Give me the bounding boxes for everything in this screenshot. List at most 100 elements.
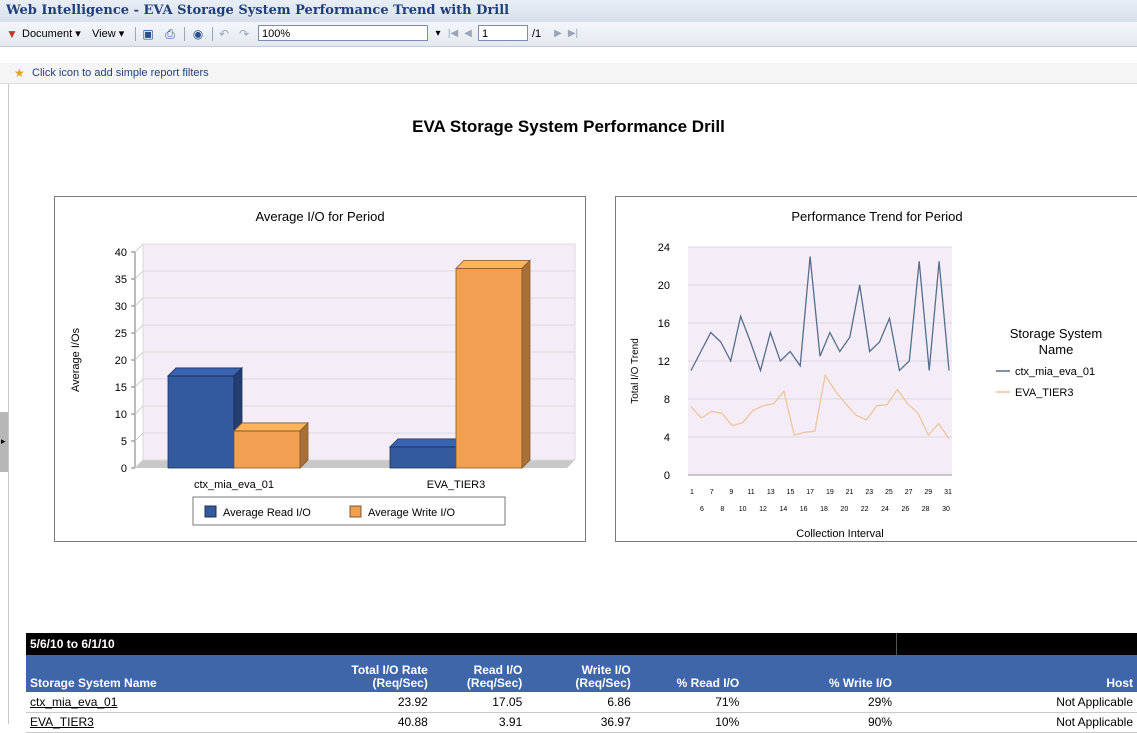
table-row: EVA_TIER3 40.88 3.91 36.97 10% 90% Not Applica… — [26, 712, 1137, 732]
filter-hint: Click icon to add simple report filters — [32, 67, 209, 79]
y-tick-label: 35 — [115, 274, 127, 286]
y-tick-label: 25 — [115, 328, 127, 340]
add-filter-icon[interactable]: ★ — [14, 66, 25, 80]
legend-label: EVA_TIER3 — [1015, 387, 1074, 399]
x-tick-label: 18 — [820, 506, 828, 513]
left-border — [8, 84, 9, 724]
x-tick-label: 17 — [806, 489, 814, 496]
save-icon[interactable]: ▣ — [140, 26, 156, 42]
zoom-dropdown-icon[interactable]: ▾ — [430, 26, 446, 42]
x-tick-label: 23 — [865, 489, 873, 496]
x-tick-label: 27 — [905, 489, 913, 496]
x-tick-label: 15 — [787, 489, 795, 496]
table-cell: 71% — [715, 694, 740, 709]
storage-system-link[interactable]: EVA_TIER3 — [30, 715, 94, 729]
column-header[interactable]: Read I/O (Req/Sec) — [432, 655, 526, 692]
document-menu-icon[interactable]: ▼ — [4, 26, 20, 42]
panel-collapse-handle[interactable]: ▸ — [0, 412, 8, 472]
line-chart-panel: Performance Trend for Period 0 4 8 12 16 20 24… — [615, 196, 1137, 542]
bar-side — [299, 421, 309, 469]
x-category-label: ctx_mia_eva_01 — [194, 479, 274, 491]
table-cell: 90% — [867, 715, 892, 729]
column-header[interactable]: % Read I/O — [635, 655, 743, 692]
column-header-label: (Req/Sec) — [466, 676, 523, 690]
x-tick-label: 25 — [885, 489, 893, 496]
previous-page-icon[interactable]: ◀ — [460, 26, 476, 42]
x-axis-label: Collection Interval — [796, 528, 883, 540]
y-axis-label: Average I/Os — [70, 328, 82, 392]
gridline-diag — [134, 432, 144, 442]
column-header-label: Storage System Name — [30, 676, 157, 690]
x-tick-label: 26 — [901, 506, 909, 513]
legend-title: Name — [1039, 342, 1074, 357]
table-cell-name: EVA_TIER3 — [26, 712, 227, 732]
y-tick-label: 0 — [664, 470, 670, 482]
bar-chart: 0 5 10 15 20 25 30 35 40 Average I/Os ctx_mia_eva_… — [70, 243, 576, 526]
last-page-icon[interactable]: ▶| — [565, 26, 581, 42]
report-title: EVA Storage System Performance Drill — [412, 117, 725, 136]
bar — [455, 267, 523, 469]
table-cell: 40.88 — [397, 715, 428, 729]
legend-label: Average Write I/O — [368, 507, 455, 519]
window-titlebar: Web Intelligence - EVA Storage System Pe… — [0, 0, 1137, 23]
y-tick-label: 0 — [121, 463, 127, 475]
legend-label: Average Read I/O — [223, 507, 311, 519]
x-tick-label: 12 — [759, 506, 767, 513]
legend-title: Storage System — [1010, 326, 1103, 341]
x-tick-label: 9 — [729, 489, 733, 496]
y-tick-label: 15 — [115, 382, 127, 394]
column-header[interactable]: Storage System Name — [26, 655, 227, 692]
y-tick-label: 12 — [658, 356, 670, 368]
y-tick-label: 5 — [121, 436, 127, 448]
table-row: ctx_mia_eva_01 23.92 17.05 6.86 71% 29% Not Ap… — [26, 692, 1137, 712]
x-tick-label: 24 — [881, 506, 889, 513]
zoom-input[interactable]: 100% — [258, 25, 428, 41]
column-header[interactable]: Write I/O (Req/Sec) — [526, 655, 634, 692]
y-tick-label: 20 — [115, 355, 127, 367]
x-tick-label: 6 — [700, 506, 704, 513]
x-tick-label: 28 — [922, 506, 930, 513]
document-menu[interactable]: Document ▾ — [22, 26, 81, 42]
table-cell: Not Applicable — [1056, 715, 1133, 729]
bar-side — [521, 259, 531, 469]
column-header-label: Host — [1106, 676, 1133, 690]
table-cell: 23.92 — [397, 694, 428, 709]
gridline-diag — [134, 405, 144, 415]
x-tick-label: 10 — [739, 506, 747, 513]
x-tick-label: 19 — [826, 489, 834, 496]
column-header[interactable]: % Write I/O — [743, 655, 896, 692]
first-page-icon[interactable]: |◀ — [445, 26, 461, 42]
redo-icon[interactable]: ↷ — [236, 26, 252, 42]
find-icon[interactable]: ◉ — [190, 26, 206, 42]
y-tick-label: 10 — [115, 409, 127, 421]
bar-top — [167, 367, 243, 377]
gridline-diag — [134, 297, 144, 307]
x-tick-label: 14 — [779, 506, 787, 513]
x-tick-label: 11 — [747, 489, 754, 496]
toolbar: ▼ Document ▾ View ▾ ▣ ⎙ ◉ ↶ ↷ 100% ▾ |◀ … — [0, 22, 1137, 47]
page-number-input[interactable]: 1 — [478, 25, 528, 41]
next-page-icon[interactable]: ▶ — [550, 26, 566, 42]
column-header[interactable]: Host — [896, 655, 1137, 692]
undo-icon[interactable]: ↶ — [216, 26, 232, 42]
x-tick-label: 22 — [861, 506, 869, 513]
bar — [389, 446, 457, 469]
bar-top — [233, 422, 309, 432]
table-cell: 6.86 — [607, 694, 631, 709]
y-tick-label: 8 — [664, 394, 670, 406]
report-table: 5/6/10 to 6/1/10 Storage System Name Tota… — [26, 633, 1137, 733]
y-tick-label: 4 — [664, 432, 670, 444]
x-tick-label: 30 — [942, 506, 950, 513]
x-category-label: EVA_TIER3 — [427, 479, 486, 491]
column-header[interactable]: Total I/O Rate (Req/Sec) — [227, 655, 432, 692]
bar-chart-panel: Average I/O for Period 0 5 10 15 20 25 30 35 40 A… — [54, 196, 586, 542]
table-cell: 29% — [867, 694, 892, 709]
table-cell-name: ctx_mia_eva_01 — [26, 692, 227, 712]
view-menu[interactable]: View ▾ — [92, 26, 124, 42]
bar — [233, 430, 301, 469]
print-icon[interactable]: ⎙ — [162, 26, 178, 42]
table-cell: 36.97 — [600, 715, 631, 729]
table-cell: 10% — [715, 715, 740, 729]
storage-system-link[interactable]: ctx_mia_eva_01 — [30, 695, 117, 709]
x-tick-label: 29 — [924, 489, 932, 496]
